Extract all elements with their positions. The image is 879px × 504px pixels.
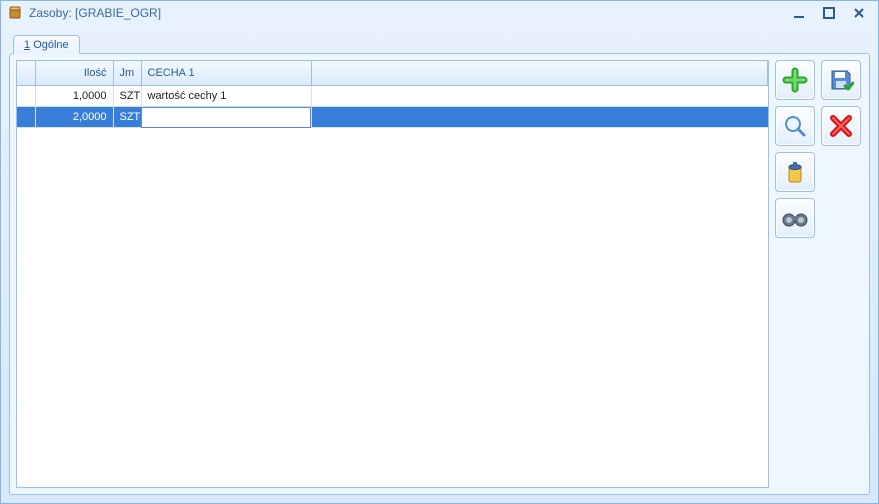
col-rest-header[interactable]: [311, 61, 768, 86]
col-cecha1-header[interactable]: CECHA 1: [141, 61, 311, 86]
cell-jm[interactable]: SZT: [113, 107, 141, 128]
tab-general[interactable]: 1 Ogólne: [13, 35, 80, 54]
maximize-button[interactable]: [820, 5, 838, 21]
grid-container: Ilość Jm CECHA 1 1,0000SZTwartość cechy …: [16, 60, 769, 488]
col-indicator-header[interactable]: [17, 61, 35, 86]
binoculars-button[interactable]: [775, 198, 815, 238]
window-buttons: [790, 5, 872, 21]
minimize-button[interactable]: [790, 5, 808, 21]
save-button[interactable]: [821, 60, 861, 100]
col-jm-header[interactable]: Jm: [113, 61, 141, 86]
header-row: Ilość Jm CECHA 1: [17, 61, 768, 86]
col-ilosc-header[interactable]: Ilość: [35, 61, 113, 86]
titlebar: Zasoby: [GRABIE_OGR]: [1, 1, 878, 25]
table-row[interactable]: 1,0000SZTwartość cechy 1: [17, 86, 768, 107]
side-toolbar: [775, 60, 813, 238]
window-title: Zasoby: [GRABIE_OGR]: [29, 6, 161, 20]
cell-cecha1[interactable]: [141, 107, 311, 128]
cell-ilosc[interactable]: 1,0000: [35, 86, 113, 107]
bin-button[interactable]: [775, 152, 815, 192]
tab-hotkey: 1: [24, 39, 30, 51]
window: Zasoby: [GRABIE_OGR] 1 Ogólne: [0, 0, 879, 504]
add-button[interactable]: [775, 60, 815, 100]
table-row[interactable]: 2,0000SZT: [17, 107, 768, 128]
close-button[interactable]: [850, 5, 868, 21]
far-toolbar: [821, 60, 859, 146]
cell-cecha1[interactable]: wartość cechy 1: [141, 86, 311, 107]
cancel-button[interactable]: [821, 106, 861, 146]
cell-empty: [311, 86, 768, 107]
app-icon: [7, 5, 23, 21]
cell-jm[interactable]: SZT: [113, 86, 141, 107]
data-table: Ilość Jm CECHA 1 1,0000SZTwartość cechy …: [17, 61, 768, 128]
row-indicator: [17, 86, 35, 107]
tab-panel: Ilość Jm CECHA 1 1,0000SZTwartość cechy …: [9, 53, 870, 495]
tab-label: Ogólne: [33, 39, 68, 51]
tabstrip: 1 Ogólne: [9, 31, 870, 53]
cell-empty: [311, 107, 768, 128]
grid[interactable]: Ilość Jm CECHA 1 1,0000SZTwartość cechy …: [16, 60, 769, 488]
row-indicator: [17, 107, 35, 128]
content-area: 1 Ogólne: [9, 31, 870, 495]
cell-ilosc[interactable]: 2,0000: [35, 107, 113, 128]
search-button[interactable]: [775, 106, 815, 146]
